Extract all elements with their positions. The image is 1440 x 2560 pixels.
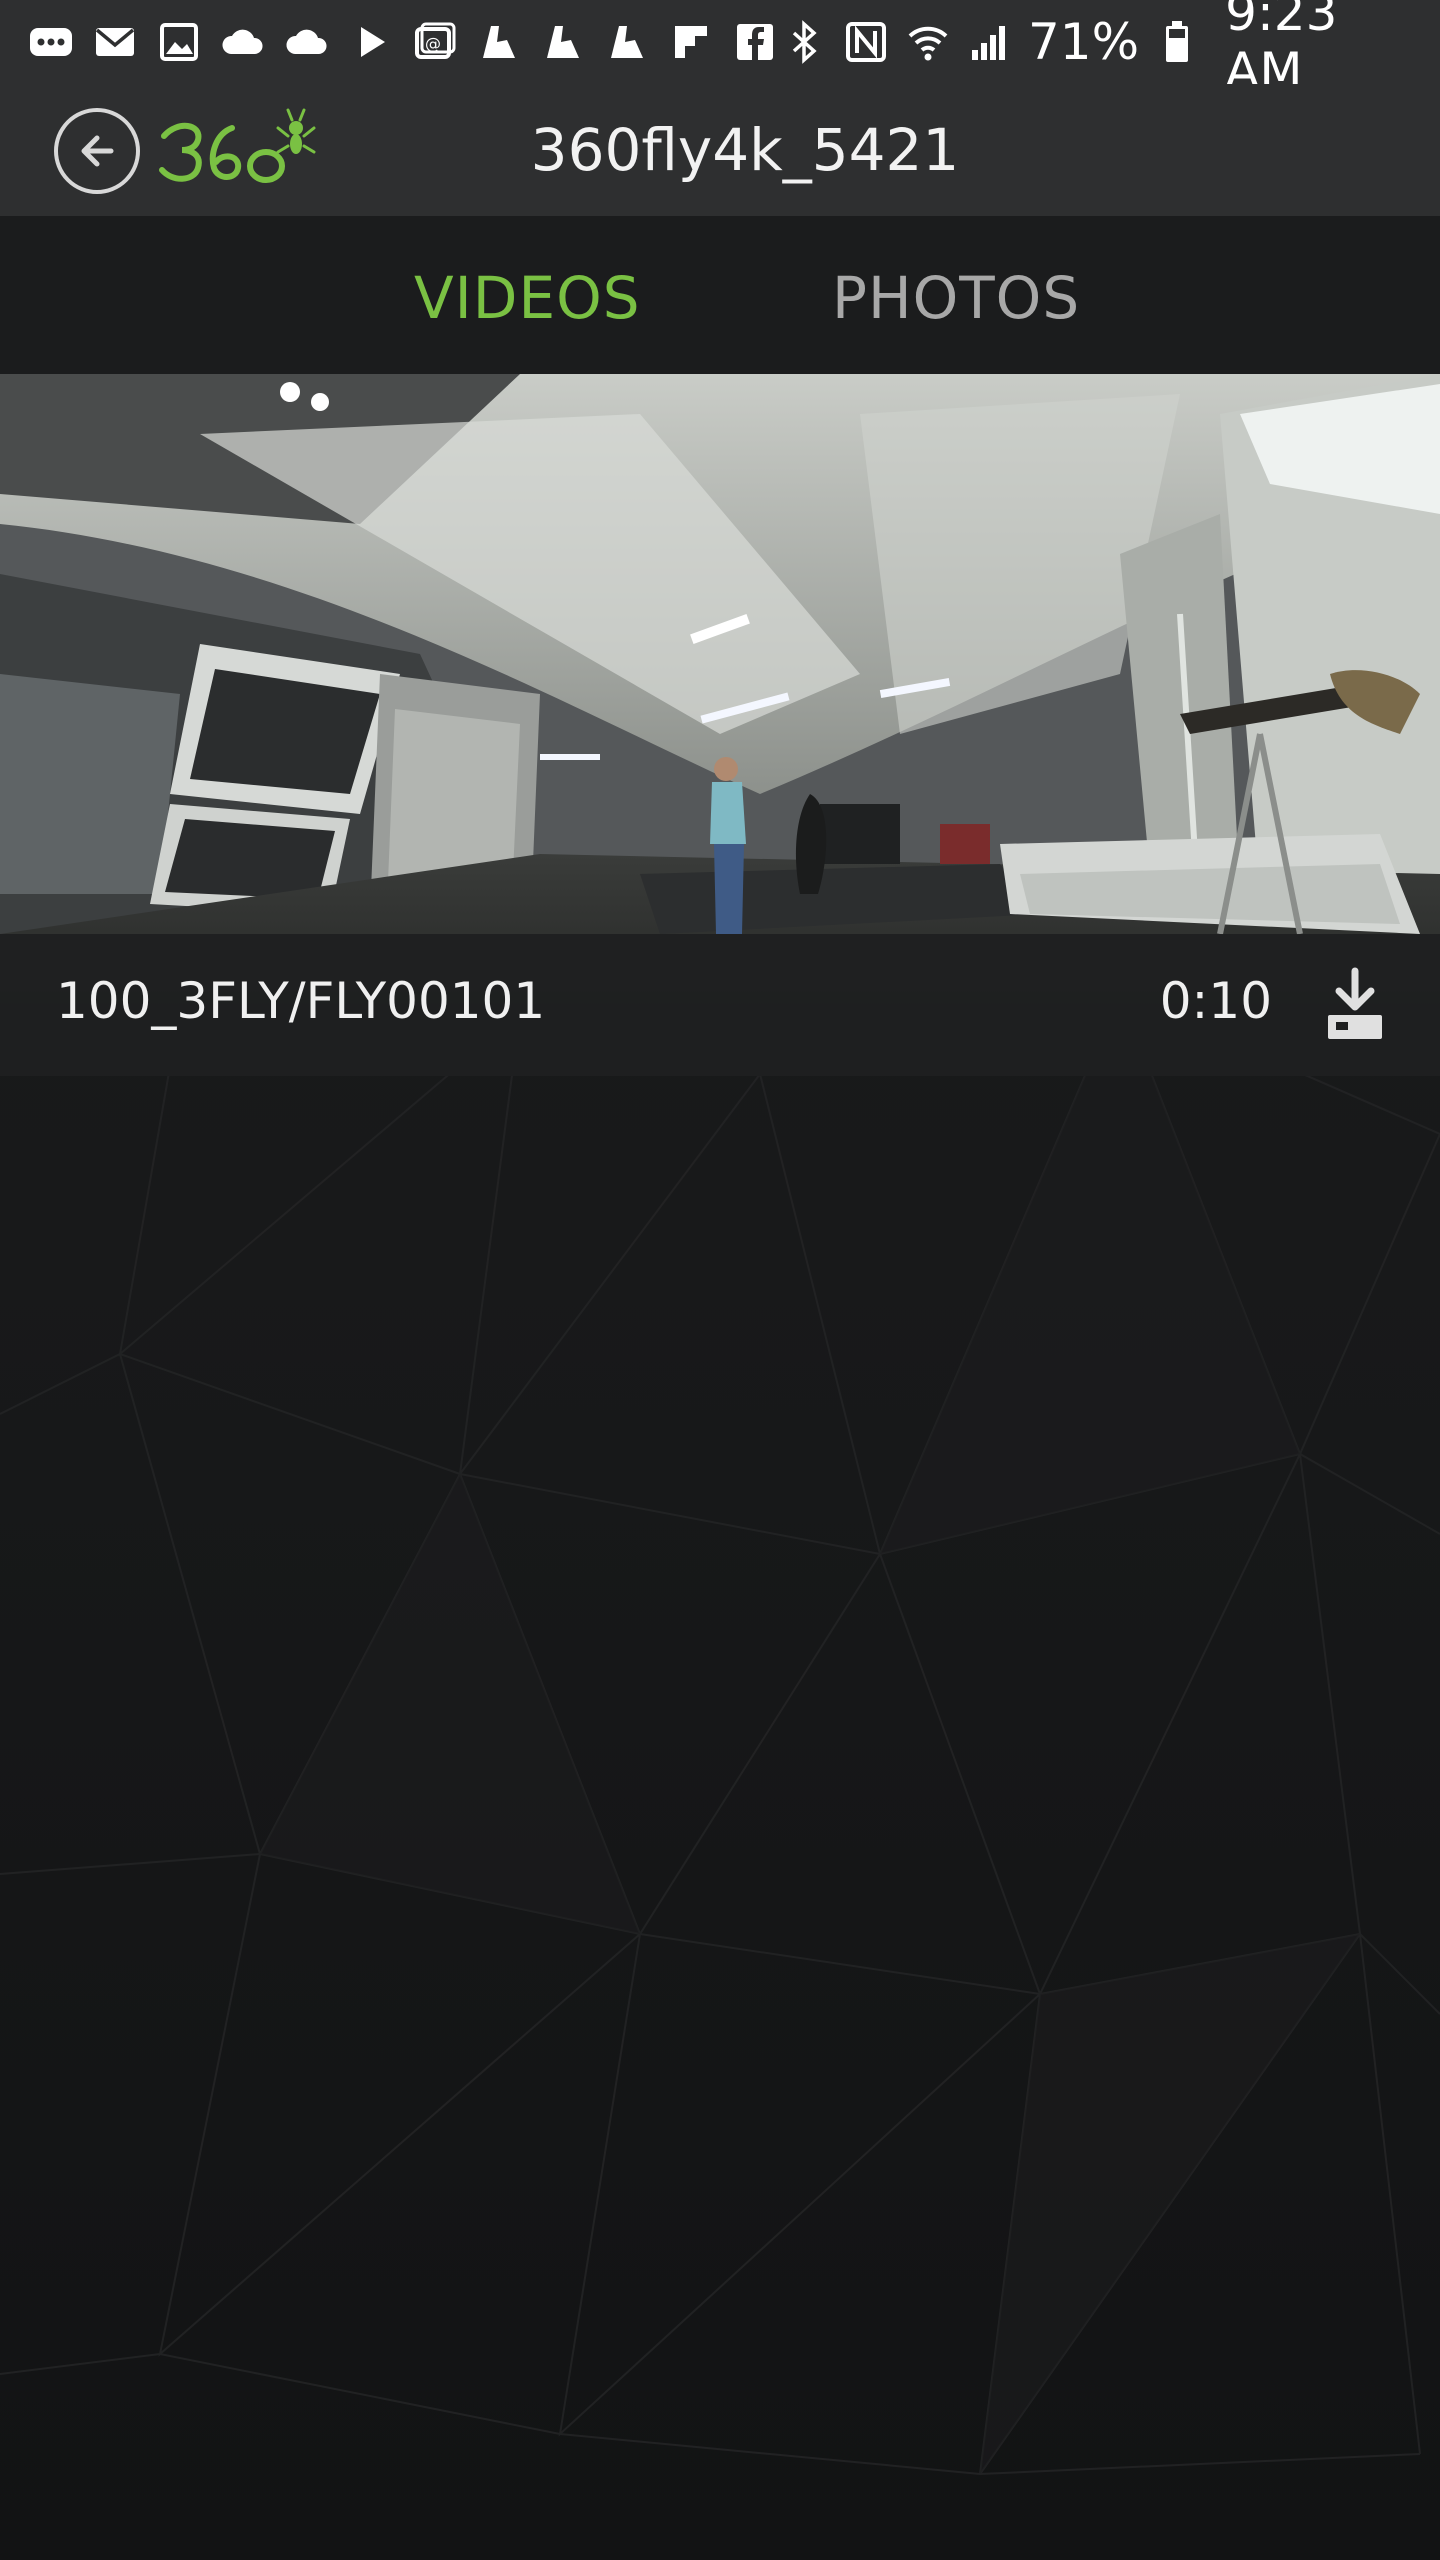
nfc-icon — [842, 17, 890, 67]
cloud-icon — [282, 17, 332, 67]
flipboard-icon — [602, 17, 652, 67]
wifi-icon — [904, 17, 952, 67]
gallery-icon — [154, 17, 204, 67]
app-header: 360fly4k_5421 — [0, 84, 1440, 216]
facebook-icon — [730, 17, 780, 67]
flipboard-icon — [538, 17, 588, 67]
bluetooth-icon — [780, 17, 828, 67]
battery-icon — [1153, 17, 1201, 67]
device-title: 360fly4k_5421 — [530, 116, 960, 184]
tab-videos[interactable]: VIDEOS — [414, 264, 641, 332]
notification-icons: @ — [26, 17, 780, 67]
flipboard-icon — [474, 17, 524, 67]
download-button[interactable] — [1320, 962, 1390, 1048]
hangouts-icon: @ — [410, 17, 460, 67]
video-list-item[interactable]: 100_3FLY/FLY00101 0:10 — [0, 374, 1440, 1076]
signal-icon — [966, 17, 1014, 67]
more-icon — [26, 17, 76, 67]
video-info-bar: 100_3FLY/FLY00101 0:10 — [0, 934, 1440, 1076]
play-store-icon — [346, 17, 396, 67]
battery-percentage: 71% — [1028, 13, 1140, 71]
status-bar: @ 71% 9:23 AM — [0, 0, 1440, 100]
flipboard-logo-icon — [666, 17, 716, 67]
video-duration: 0:10 — [1159, 972, 1272, 1030]
download-icon — [1328, 967, 1382, 1039]
tab-photos[interactable]: PHOTOS — [832, 264, 1080, 332]
svg-text:@: @ — [425, 34, 441, 53]
mail-icon — [90, 17, 140, 67]
media-tabs: VIDEOS PHOTOS — [0, 216, 1440, 374]
cloud-icon — [218, 17, 268, 67]
video-filename: 100_3FLY/FLY00101 — [56, 972, 546, 1030]
